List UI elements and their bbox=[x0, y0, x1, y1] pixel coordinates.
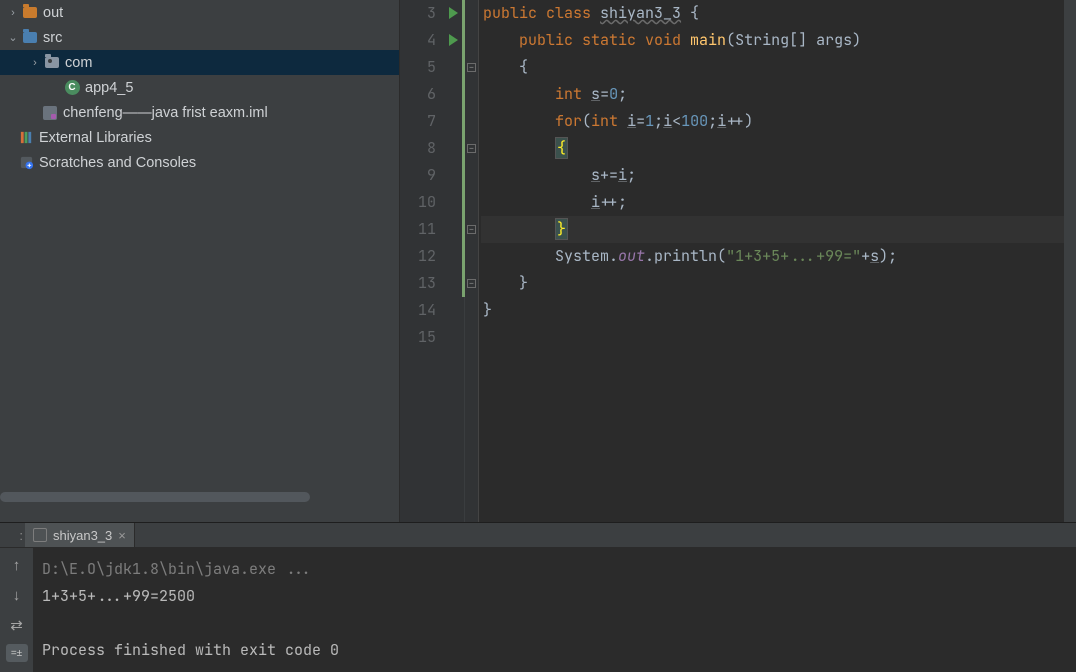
tree-label: External Libraries bbox=[39, 130, 152, 146]
tree-label: com bbox=[65, 55, 92, 71]
code-line[interactable]: int s=0; bbox=[481, 81, 1064, 108]
tree-item-out[interactable]: › out bbox=[0, 0, 399, 25]
up-arrow-icon[interactable]: ↑ bbox=[6, 554, 28, 576]
scratch-icon bbox=[18, 155, 34, 171]
line-number[interactable]: 14 bbox=[400, 297, 464, 324]
console-exit: Process finished with exit code 0 bbox=[42, 640, 339, 660]
tree-item-iml[interactable]: · chenfeng——java frist eaxm.iml bbox=[0, 100, 399, 125]
console-output[interactable]: D:\E.O\jdk1.8\bin\java.exe ... 1+3+5+...… bbox=[34, 548, 1076, 672]
run-config-icon bbox=[33, 528, 47, 542]
scroll-to-end-icon[interactable]: =± bbox=[6, 644, 28, 662]
run-tool-window: : shiyan3_3 × ↑ ↓ ⇄ =± D:\E.O\jdk1.8\bin… bbox=[0, 522, 1076, 672]
tree-item-scratches[interactable]: · Scratches and Consoles bbox=[0, 150, 399, 175]
line-number[interactable]: 4 bbox=[400, 27, 464, 54]
tree-label: chenfeng——java frist eaxm.iml bbox=[63, 105, 268, 121]
tree-item-src[interactable]: ⌄ src bbox=[0, 25, 399, 50]
folder-icon bbox=[22, 5, 38, 21]
vcs-change-marker bbox=[462, 0, 465, 297]
horizontal-scrollbar-track[interactable] bbox=[0, 502, 399, 512]
fold-toggle-icon[interactable]: – bbox=[467, 144, 476, 153]
tree-label: src bbox=[43, 30, 62, 46]
code-area[interactable]: public class shiyan3_3 { public static v… bbox=[479, 0, 1064, 522]
chevron-down-icon: ⌄ bbox=[6, 31, 20, 44]
tree-item-com[interactable]: › com bbox=[0, 50, 399, 75]
run-toolbar: ↑ ↓ ⇄ =± bbox=[0, 548, 34, 672]
line-number[interactable]: 13 bbox=[400, 270, 464, 297]
tree-label: Scratches and Consoles bbox=[39, 155, 196, 171]
code-line[interactable]: { bbox=[481, 135, 1064, 162]
matched-brace: { bbox=[555, 137, 568, 159]
tree-label: app4_5 bbox=[85, 80, 133, 96]
tree-label: out bbox=[43, 5, 63, 21]
fold-toggle-icon[interactable]: – bbox=[467, 63, 476, 72]
code-line[interactable]: { bbox=[481, 54, 1064, 81]
close-icon[interactable]: × bbox=[118, 528, 126, 543]
fold-toggle-icon[interactable]: – bbox=[467, 225, 476, 234]
line-number[interactable]: 9 bbox=[400, 162, 464, 189]
folder-icon bbox=[22, 30, 38, 46]
run-gutter-icon[interactable] bbox=[449, 7, 458, 19]
line-number[interactable]: 12 bbox=[400, 243, 464, 270]
line-number[interactable]: 8 bbox=[400, 135, 464, 162]
line-number[interactable]: 7 bbox=[400, 108, 464, 135]
fold-gutter[interactable]: – – – – bbox=[465, 0, 479, 522]
tree-item-app[interactable]: · C app4_5 bbox=[0, 75, 399, 100]
code-line[interactable]: public static void main(String[] args) bbox=[481, 27, 1064, 54]
vertical-scrollbar[interactable] bbox=[1064, 0, 1076, 522]
code-line-current[interactable]: } bbox=[481, 216, 1064, 243]
line-number[interactable]: 5 bbox=[400, 54, 464, 81]
tree-item-external-libraries[interactable]: · External Libraries bbox=[0, 125, 399, 150]
soft-wrap-icon[interactable]: ⇄ bbox=[6, 614, 28, 636]
run-gutter-icon[interactable] bbox=[449, 34, 458, 46]
run-tab[interactable]: shiyan3_3 × bbox=[25, 523, 135, 547]
iml-icon bbox=[42, 105, 58, 121]
code-line[interactable]: System.out.println("1+3+5+...+99="+s); bbox=[481, 243, 1064, 270]
code-line[interactable]: } bbox=[481, 297, 1064, 324]
line-number[interactable]: 15 bbox=[400, 324, 464, 351]
library-icon bbox=[18, 130, 34, 146]
run-tab-bar: : shiyan3_3 × bbox=[0, 523, 1076, 548]
console-line: 1+3+5+...+99=2500 bbox=[42, 586, 195, 606]
chevron-right-icon: › bbox=[28, 57, 42, 69]
fold-toggle-icon[interactable]: – bbox=[467, 279, 476, 288]
code-line[interactable]: } bbox=[481, 270, 1064, 297]
code-line[interactable]: public class shiyan3_3 { bbox=[481, 0, 1064, 27]
console-command: D:\E.O\jdk1.8\bin\java.exe ... bbox=[42, 559, 312, 579]
line-number[interactable]: 10 bbox=[400, 189, 464, 216]
class-icon: C bbox=[64, 80, 80, 96]
run-tab-label: shiyan3_3 bbox=[53, 528, 112, 543]
project-tree[interactable]: › out ⌄ src › com · C app4_5 · chenfeng—… bbox=[0, 0, 400, 522]
down-arrow-icon[interactable]: ↓ bbox=[6, 584, 28, 606]
code-line[interactable]: s+=i; bbox=[481, 162, 1064, 189]
chevron-right-icon: › bbox=[6, 7, 20, 19]
package-icon bbox=[44, 55, 60, 71]
horizontal-scrollbar-thumb[interactable] bbox=[0, 492, 310, 502]
matched-brace: } bbox=[555, 218, 568, 240]
line-number[interactable]: 11 bbox=[400, 216, 464, 243]
code-line[interactable] bbox=[481, 324, 1064, 351]
code-line[interactable]: for(int i=1;i<100;i++) bbox=[481, 108, 1064, 135]
code-editor[interactable]: 3 4 5 6 7 8 9 10 11 12 13 14 15 – – – – … bbox=[400, 0, 1076, 522]
line-number[interactable]: 6 bbox=[400, 81, 464, 108]
line-number[interactable]: 3 bbox=[400, 0, 464, 27]
code-line[interactable]: i++; bbox=[481, 189, 1064, 216]
run-panel-marker: : bbox=[0, 523, 25, 547]
line-number-gutter[interactable]: 3 4 5 6 7 8 9 10 11 12 13 14 15 bbox=[400, 0, 465, 522]
